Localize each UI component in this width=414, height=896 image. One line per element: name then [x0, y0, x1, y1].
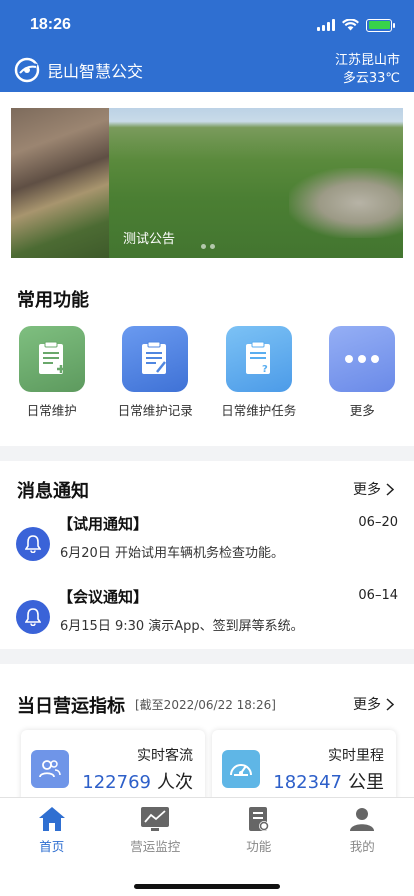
app-header: 18:26 昆山智慧公交 江苏昆山市 多云33℃ [0, 0, 414, 92]
message-item[interactable]: 【试用通知】 06–20 6月20日 开始试用车辆机务检查功能。 [0, 513, 414, 575]
battery-icon [366, 18, 395, 32]
message-title: 【试用通知】 [58, 515, 149, 533]
tab-functions[interactable]: 功能 [207, 798, 311, 860]
bell-icon [16, 527, 50, 561]
metric-card-mileage[interactable]: 实时里程 182347 公里 [212, 730, 396, 804]
metric-value: 182347 公里 [273, 772, 384, 793]
feature-maintenance-records[interactable]: 日常维护记录 [104, 326, 208, 419]
metrics-more-link[interactable]: 更多 [353, 694, 394, 714]
cellular-signal-icon [317, 19, 335, 31]
tab-label: 我的 [349, 839, 375, 854]
tab-label: 功能 [246, 839, 272, 854]
message-title: 【会议通知】 [58, 588, 149, 606]
status-bar: 18:26 [0, 0, 414, 50]
metric-card-passengers[interactable]: 实时客流 122769 人次 [21, 730, 205, 804]
person-icon [350, 808, 375, 831]
tab-label: 营运监控 [130, 839, 181, 854]
feature-daily-maintenance[interactable]: 日常维护 [0, 326, 104, 419]
document-icon [248, 807, 269, 831]
feature-maintenance-tasks[interactable]: ? 日常维护任务 [207, 326, 311, 419]
feature-grid: 日常维护 日常维护记录 ? 日常维护任务 更多 [0, 326, 414, 419]
message-item[interactable]: 【会议通知】 06–14 6月15日 9:30 演示App、签到屏等系统。 [0, 586, 414, 648]
app-logo-icon [14, 57, 40, 83]
wifi-icon [342, 19, 359, 31]
bell-icon [16, 600, 50, 634]
messages-section: 消息通知 更多 【试用通知】 06–20 6月20日 开始试用车辆机务检查功能。… [0, 461, 414, 649]
feature-label: 日常维护 [26, 403, 77, 418]
speedometer-icon [222, 750, 260, 788]
metric-label: 实时客流 [137, 748, 193, 764]
section-title-metrics: 当日营运指标 [17, 696, 125, 717]
tab-profile[interactable]: 我的 [311, 798, 414, 860]
weather-text: 多云33℃ [342, 71, 400, 86]
feature-label: 更多 [349, 403, 375, 418]
message-body: 6月20日 开始试用车辆机务检查功能。 [60, 546, 284, 561]
banner-caption: 测试公告 [123, 232, 176, 247]
bottom-tab-bar: 首页 营运监控 功能 我的 [0, 797, 414, 896]
feature-label: 日常维护任务 [221, 403, 297, 418]
common-functions-section: 常用功能 日常维护 日常维护记录 ? 日常维护任务 更多 [0, 274, 414, 446]
banner-section: 测试公告 [0, 92, 414, 274]
metrics-as-of: [截至2022/06/22 18:26] [135, 698, 276, 712]
metric-value: 122769 人次 [82, 772, 193, 793]
message-date: 06–20 [358, 515, 398, 530]
chevron-right-icon [386, 482, 394, 496]
tab-label: 首页 [39, 839, 65, 854]
svg-text:?: ? [262, 364, 268, 375]
app-title: 昆山智慧公交 [47, 62, 144, 81]
clipboard-edit-icon [122, 326, 189, 392]
feature-label: 日常维护记录 [117, 403, 193, 418]
clipboard-question-icon: ? [225, 326, 292, 392]
messages-more-link[interactable]: 更多 [353, 479, 394, 499]
tab-home[interactable]: 首页 [0, 798, 104, 860]
location-text: 江苏昆山市 [334, 53, 400, 68]
announcement-banner[interactable]: 测试公告 [11, 108, 403, 258]
banner-image-cliff [11, 108, 109, 258]
clipboard-add-icon [18, 326, 85, 392]
message-body: 6月15日 9:30 演示App、签到屏等系统。 [60, 619, 304, 634]
app-bar: 昆山智慧公交 江苏昆山市 多云33℃ [0, 50, 414, 90]
chevron-right-icon [386, 697, 394, 711]
home-icon [38, 807, 65, 831]
tab-operations-monitor[interactable]: 营运监控 [104, 798, 208, 860]
operations-metrics-section: 当日营运指标 [截至2022/06/22 18:26] 更多 实时客流 1227… [0, 664, 414, 804]
monitor-chart-icon [141, 807, 170, 831]
banner-pagination [201, 244, 215, 249]
home-indicator [134, 884, 280, 889]
section-title-features: 常用功能 [17, 290, 89, 311]
system-icons [317, 18, 395, 32]
weather-widget[interactable]: 江苏昆山市 多云33℃ [335, 52, 400, 88]
message-date: 06–14 [358, 588, 398, 603]
status-time: 18:26 [30, 16, 71, 33]
passengers-icon [31, 750, 69, 788]
feature-more[interactable]: 更多 [311, 326, 414, 419]
more-dots-icon [329, 326, 396, 392]
section-title-messages: 消息通知 [17, 481, 89, 502]
metric-label: 实时里程 [328, 748, 384, 764]
